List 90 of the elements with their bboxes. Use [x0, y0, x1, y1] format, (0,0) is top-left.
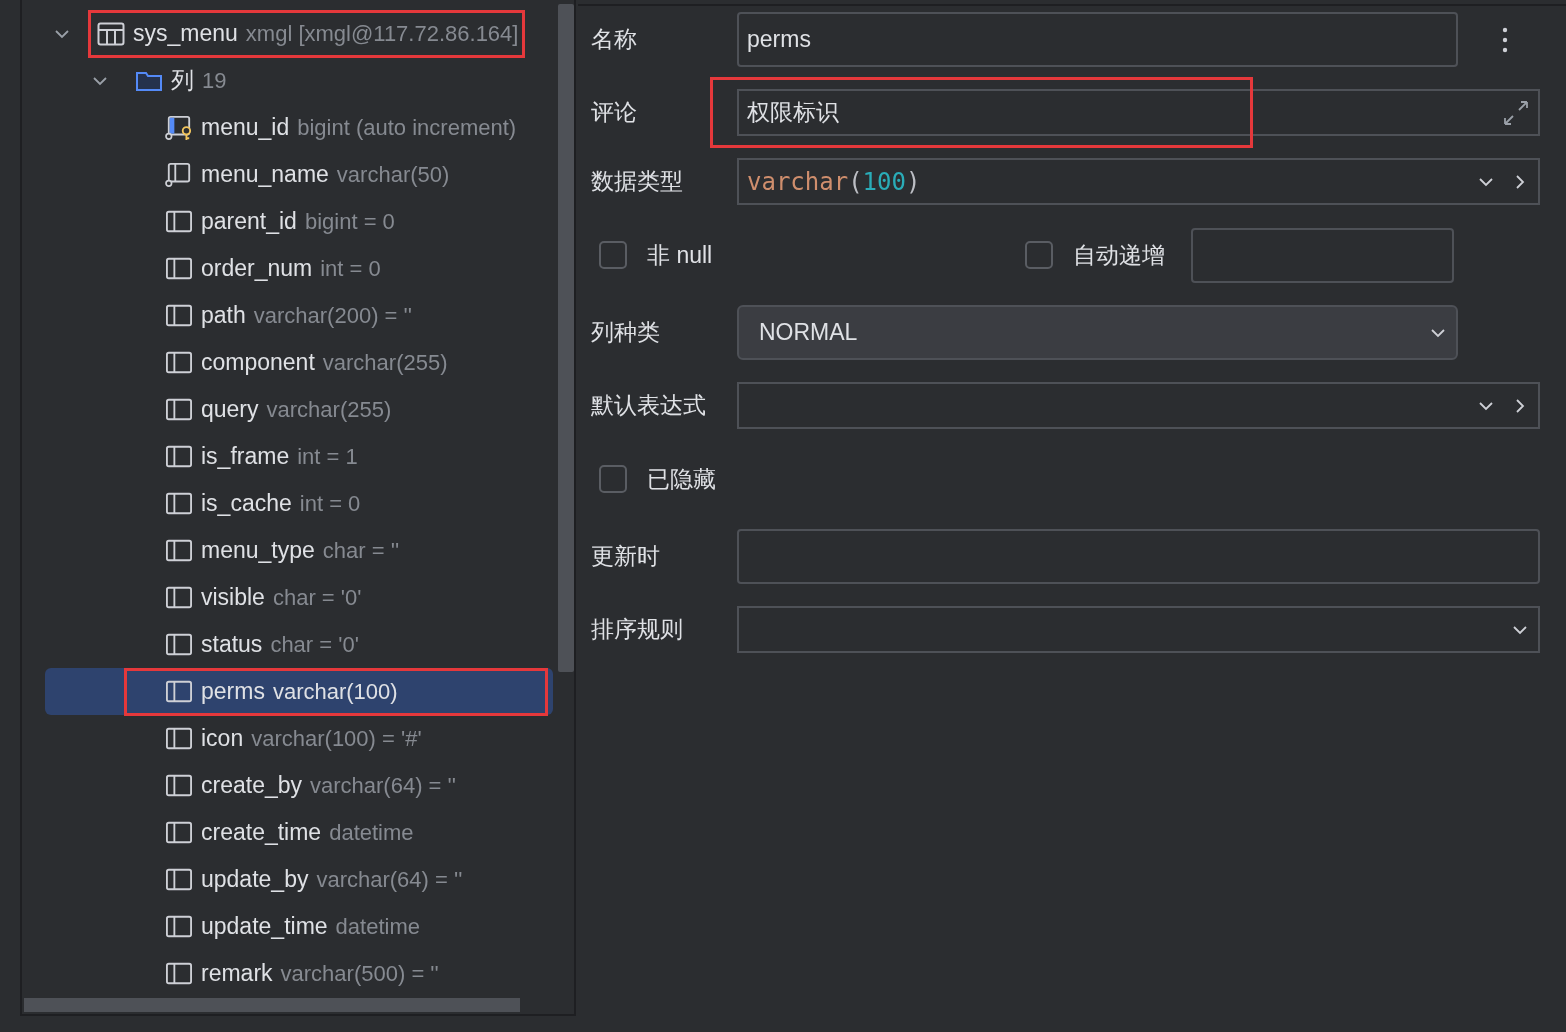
- column-row[interactable]: status char = '0': [45, 621, 553, 668]
- column-row[interactable]: create_time datetime: [45, 809, 553, 856]
- column-row[interactable]: parent_id bigint = 0: [45, 198, 553, 245]
- table-schema: xmgl [xmgl@117.72.86.164]: [245, 20, 519, 47]
- field-label: 默认表达式: [591, 391, 707, 420]
- comment-value: 权限标识: [747, 98, 840, 127]
- on-update-field[interactable]: [737, 529, 1540, 584]
- column-row[interactable]: component varchar(255): [45, 339, 553, 386]
- field-label: 更新时: [591, 542, 661, 571]
- column-name: create_by: [201, 772, 302, 799]
- column-type: varchar(64) = '': [316, 866, 463, 893]
- column-row[interactable]: perms varchar(100): [45, 668, 553, 715]
- column-type: varchar(64) = '': [310, 772, 456, 799]
- collation-dropdown[interactable]: [737, 606, 1540, 653]
- column-type: datetime: [329, 819, 414, 846]
- column-row[interactable]: order_num int = 0: [45, 245, 553, 292]
- column-type: varchar(100): [272, 678, 398, 705]
- column-row[interactable]: is_frame int = 1: [45, 433, 553, 480]
- column-row[interactable]: is_cache int = 0: [45, 480, 553, 527]
- checkbox[interactable]: [599, 241, 627, 269]
- field-label: 评论: [591, 98, 638, 127]
- column-type: int = 0: [299, 490, 361, 517]
- column-name: order_num: [201, 255, 313, 282]
- column-type: varchar(255): [322, 349, 448, 376]
- column-name: menu_type: [201, 537, 315, 564]
- column-name: status: [201, 631, 263, 658]
- column-name: parent_id: [201, 208, 297, 235]
- column-kind-dropdown[interactable]: NORMAL: [737, 305, 1458, 360]
- column-type: varchar(200) = '': [253, 302, 412, 329]
- column-name: remark: [201, 960, 273, 987]
- column-row[interactable]: menu_name varchar(50): [45, 151, 553, 198]
- column-name: path: [201, 302, 246, 329]
- column-row[interactable]: menu_type char = '': [45, 527, 553, 574]
- column-type: varchar(500) = '': [280, 960, 439, 987]
- column-count: 19: [202, 67, 227, 94]
- column-row[interactable]: create_by varchar(64) = '': [45, 762, 553, 809]
- column-name: visible: [201, 584, 265, 611]
- column-name: query: [201, 396, 259, 423]
- comment-field[interactable]: 权限标识: [737, 89, 1540, 136]
- column-type: char = '': [322, 537, 400, 564]
- data-type-field[interactable]: varchar(100): [737, 158, 1540, 205]
- field-label: 排序规则: [591, 615, 684, 644]
- column-type: datetime: [335, 913, 420, 940]
- column-type: int = 1: [297, 443, 358, 470]
- checkbox-label: 非 null: [647, 240, 713, 270]
- table-name: sys_menu: [133, 20, 238, 47]
- column-type: char = '0': [272, 584, 362, 611]
- column-row[interactable]: remark varchar(500) = '': [45, 950, 553, 997]
- table-icon: [97, 20, 125, 47]
- column-type: varchar(255): [266, 396, 392, 423]
- more-options-icon[interactable]: [1502, 26, 1508, 53]
- column-row[interactable]: update_time datetime: [45, 903, 553, 950]
- checkbox-label: 已隐藏: [647, 464, 716, 494]
- column-row[interactable]: query varchar(255): [45, 386, 553, 433]
- column-row[interactable]: menu_id bigint (auto increment): [45, 104, 553, 151]
- folder-name: 列: [171, 66, 194, 95]
- column-name: update_time: [201, 913, 328, 940]
- column-name: update_by: [201, 866, 309, 893]
- column-name: menu_id: [201, 114, 290, 141]
- field-label: 数据类型: [591, 167, 684, 196]
- column-row[interactable]: path varchar(200) = '': [45, 292, 553, 339]
- column-name: create_time: [201, 819, 322, 846]
- auto-increment-field[interactable]: [1191, 227, 1454, 283]
- name-field[interactable]: perms: [737, 12, 1458, 67]
- column-type: char = '0': [270, 631, 359, 658]
- expand-icon[interactable]: [1502, 98, 1530, 127]
- column-row[interactable]: icon varchar(100) = '#': [45, 715, 553, 762]
- field-label: 名称: [591, 25, 638, 54]
- column-type: varchar(100) = '#': [251, 725, 422, 752]
- column-name: menu_name: [201, 161, 329, 188]
- column-type: int = 0: [320, 255, 381, 282]
- vertical-scrollbar[interactable]: [558, 4, 574, 672]
- column-row[interactable]: visible char = '0': [45, 574, 553, 621]
- default-expression-field[interactable]: [737, 382, 1540, 429]
- checkbox[interactable]: [1025, 241, 1053, 269]
- column-name: component: [201, 349, 315, 376]
- column-name: perms: [201, 678, 265, 705]
- column-row[interactable]: update_by varchar(64) = '': [45, 856, 553, 903]
- field-label: 列种类: [591, 318, 661, 347]
- column-name: is_frame: [201, 443, 290, 470]
- horizontal-scrollbar[interactable]: [24, 998, 520, 1012]
- column-type: bigint (auto increment): [297, 114, 517, 141]
- checkbox-label: 自动递增: [1073, 240, 1165, 270]
- column-type: varchar(50): [336, 161, 450, 188]
- column-type: bigint = 0: [304, 208, 395, 235]
- column-name: icon: [201, 725, 244, 752]
- column-name: is_cache: [201, 490, 292, 517]
- data-type-value: varchar(100): [747, 167, 922, 196]
- highlighted-table-item[interactable]: sys_menu xmgl [xmgl@117.72.86.164]: [88, 9, 526, 58]
- checkbox[interactable]: [599, 465, 627, 493]
